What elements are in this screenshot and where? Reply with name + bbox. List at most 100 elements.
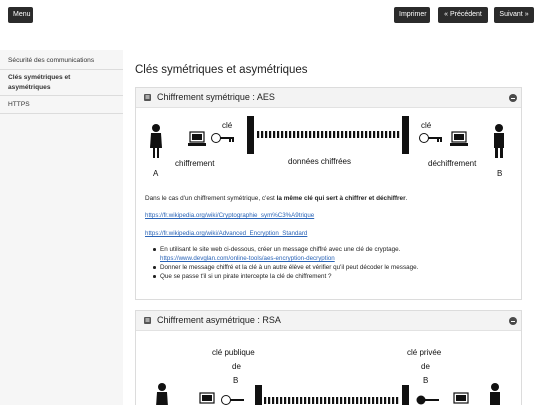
data-dash [317,131,320,138]
exercise-list: En utilisant le site web ci-dessous, cré… [152,245,418,281]
data-dash [257,131,260,138]
data-dash [380,397,383,404]
data-dash [277,131,280,138]
data-dash [397,131,400,138]
data-dash [325,131,328,138]
wiki-link-sym[interactable]: https://fr.wikipedia.org/wiki/Cryptograp… [145,212,314,219]
description-bold: la même clé qui sert à chiffrer et déchi… [276,195,406,202]
symmetric-diagram-graphics [150,116,504,158]
sidebar-item-cles[interactable]: Clés symétriques et asymétriques [0,73,123,93]
data-dash [304,397,307,404]
data-dash [388,397,391,404]
sidebar-divider [0,69,123,70]
person-icon [494,124,504,158]
data-dash [352,397,355,404]
card-title: Chiffrement asymétrique : RSA [157,315,281,325]
data-dash [393,131,396,138]
data-dash [341,131,344,138]
data-dash [373,131,376,138]
data-dash [281,131,284,138]
person-a-label: A [153,169,159,178]
data-dash [337,131,340,138]
data-dash [288,397,291,404]
symmetric-diagram: clé clé chiffrement données chiffrées dé… [136,110,521,190]
data-dash [360,397,363,404]
data-dash [396,397,399,404]
data-dash [305,131,308,138]
sidebar-item-https[interactable]: HTTPS [0,100,123,110]
data-dash [372,397,375,404]
sidebar-item-securite[interactable]: Sécurité des communications [0,56,123,66]
data-dash [293,131,296,138]
sidebar-divider [0,113,123,114]
person-b-label: B [497,169,503,178]
card-asymmetric: Chiffrement asymétrique : RSA clé publiq… [135,310,522,405]
computer-icon [450,131,468,146]
asymmetric-diagram-graphics [156,383,500,405]
private-key-label-de: de [421,362,430,371]
page-title: Clés symétriques et asymétriques [135,64,308,76]
card-symmetric: Chiffrement symétrique : AES clé clé chi… [135,87,522,300]
data-dash [273,131,276,138]
data-dash [265,131,268,138]
previous-button[interactable]: « Précédent [438,7,488,23]
next-button[interactable]: Suivant » [494,7,534,23]
description-text: Dans le cas d'un chiffrement symétrique,… [145,195,277,202]
description-end: . [405,195,408,202]
data-dash [340,397,343,404]
computer-icon [453,392,469,404]
encrypted-data-band [257,131,400,138]
data-dash [312,397,315,404]
card-header[interactable]: Chiffrement asymétrique : RSA [136,311,521,331]
menu-button[interactable]: Menu [8,7,33,23]
key-label-left: clé [222,121,233,130]
data-dash [292,397,295,404]
data-dash [369,131,372,138]
data-dash [328,397,331,404]
card-title: Chiffrement symétrique : AES [157,92,275,102]
sidebar-item-label: Clés symétriques et [8,74,71,81]
data-dash [316,397,319,404]
public-key-label: clé publique [212,348,255,357]
data-dash [321,131,324,138]
data-dash [296,397,299,404]
card-header[interactable]: Chiffrement symétrique : AES [136,88,521,108]
data-dash [329,131,332,138]
data-dash [280,397,283,404]
computer-icon [199,392,215,404]
data-dash [368,397,371,404]
minus-circle-icon[interactable] [509,94,517,102]
data-dash [309,131,312,138]
data-dash [301,131,304,138]
data-dash [377,131,380,138]
encrypted-data-band-asym [264,397,399,404]
key-icon [211,133,234,143]
key-icon [221,395,244,405]
devglan-link[interactable]: https://www.devglan.com/online-tools/aes… [160,254,418,263]
person-icon [150,124,162,158]
sidebar-item-label: asymétriques [8,84,51,91]
wiki-link-aes[interactable]: https://fr.wikipedia.org/wiki/Advanced_E… [145,230,307,237]
sidebar: Sécurité des communications Clés symétri… [0,50,123,405]
data-dash [289,131,292,138]
data-dash [376,397,379,404]
list-item: En utilisant le site web ci-dessous, cré… [152,245,418,254]
data-dash [272,397,275,404]
data-dash [332,397,335,404]
key-icon [419,133,442,143]
decrypt-label: déchiffrement [428,159,477,168]
data-dash [349,131,352,138]
data-dash [361,131,364,138]
sidebar-divider [0,95,123,96]
person-icon [490,383,500,405]
data-dash [285,131,288,138]
print-button[interactable]: Imprimer [394,7,430,23]
data-dash [336,397,339,404]
data-dash [356,397,359,404]
data-dash [264,397,267,404]
data-dash [384,397,387,404]
minus-circle-icon[interactable] [509,317,517,325]
key-label-right: clé [421,121,432,130]
data-dash [269,131,272,138]
book-icon [144,317,151,324]
